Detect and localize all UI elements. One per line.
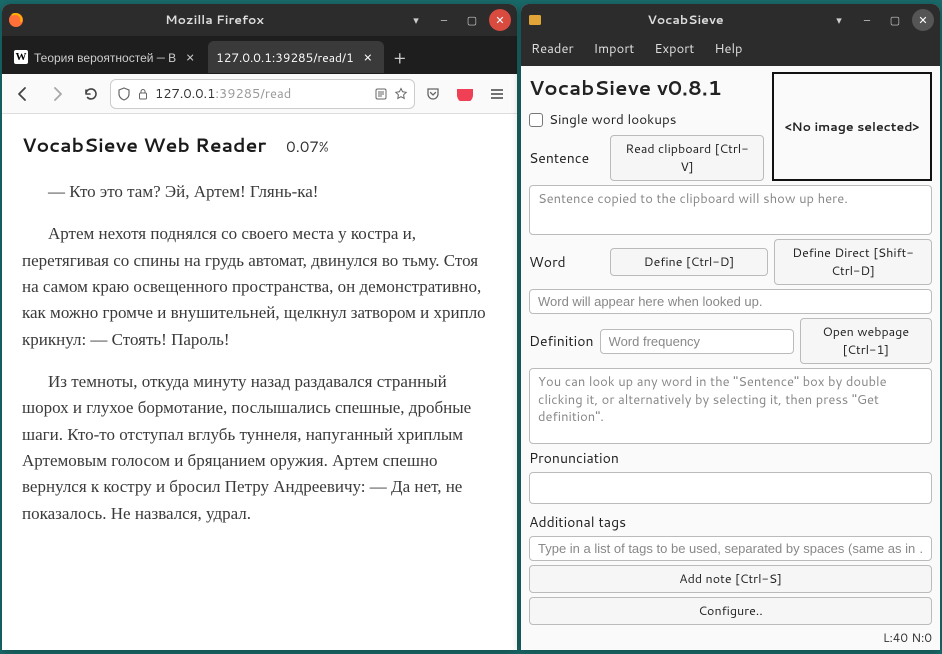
app-icon <box>527 12 543 28</box>
titlebar-more-icon[interactable]: ▾ <box>828 9 850 31</box>
titlebar-more-icon[interactable]: ▾ <box>405 9 427 31</box>
paragraph: — Кто это там? Эй, Артем! Глянь-ка! <box>22 179 497 205</box>
vocabsieve-window: VocabSieve ▾ – ▢ ✕ Reader Import Export … <box>521 4 940 650</box>
page-content: VocabSieve Web Reader 0.07% — Кто это та… <box>2 114 517 650</box>
image-drop-area[interactable]: <No image selected> <box>772 72 932 181</box>
new-tab-button[interactable]: + <box>386 43 414 71</box>
firefox-tabbar: W Теория вероятностей — В × 127.0.0.1:39… <box>2 36 517 74</box>
lock-icon[interactable] <box>137 88 149 100</box>
pronunciation-label: Pronunciation <box>529 448 932 468</box>
vocabsieve-titlebar: VocabSieve ▾ – ▢ ✕ <box>521 4 940 36</box>
menu-export[interactable]: Export <box>652 38 696 60</box>
vocabsieve-title: VocabSieve <box>549 11 822 29</box>
paragraph: Из темноты, откуда минуту назад раздавал… <box>22 369 497 527</box>
tags-input[interactable] <box>529 536 932 561</box>
firefox-window: Mozilla Firefox ▾ – ▢ ✕ W Теория вероятн… <box>2 4 517 650</box>
pronunciation-box[interactable] <box>529 472 932 504</box>
firefox-icon <box>8 12 24 28</box>
menu-help[interactable]: Help <box>712 38 744 60</box>
single-word-checkbox[interactable] <box>529 113 543 127</box>
word-input[interactable] <box>529 289 932 314</box>
shield-icon[interactable] <box>117 87 131 101</box>
progress-text: 0.07% <box>286 136 328 157</box>
back-button[interactable] <box>8 79 38 109</box>
single-word-label: Single word lookups <box>549 110 676 129</box>
firefox-titlebar: Mozilla Firefox ▾ – ▢ ✕ <box>2 4 517 36</box>
titlebar-minimize-icon[interactable]: – <box>856 9 878 31</box>
url-text: 127.0.0.1:39285/read <box>155 85 368 103</box>
reload-button[interactable] <box>76 79 106 109</box>
wikipedia-favicon: W <box>14 50 28 64</box>
menu-import[interactable]: Import <box>592 38 637 60</box>
forward-button[interactable] <box>42 79 72 109</box>
tab-reader[interactable]: 127.0.0.1:39285/read/1 × <box>208 41 384 73</box>
define-direct-button[interactable]: Define Direct [Shift-Ctrl-D] <box>774 239 932 285</box>
firefox-title: Mozilla Firefox <box>30 11 399 29</box>
word-label: Word <box>529 252 604 272</box>
sentence-textarea[interactable]: Sentence copied to the clipboard will sh… <box>529 185 932 235</box>
address-bar[interactable]: 127.0.0.1:39285/read <box>110 79 415 109</box>
menubar: Reader Import Export Help <box>521 36 940 66</box>
reader-text[interactable]: — Кто это там? Эй, Артем! Глянь-ка! Арте… <box>22 179 497 527</box>
add-note-button[interactable]: Add note [Ctrl-S] <box>529 565 932 593</box>
word-frequency-input[interactable] <box>600 329 794 354</box>
define-button[interactable]: Define [Ctrl-D] <box>610 248 768 276</box>
extension-icon[interactable] <box>451 80 479 108</box>
menu-reader[interactable]: Reader <box>529 38 576 60</box>
configure-button[interactable]: Configure.. <box>529 597 932 625</box>
vocabsieve-body: VocabSieve v0.8.1 Single word lookups Se… <box>521 66 940 627</box>
app-heading: VocabSieve v0.8.1 <box>529 72 764 104</box>
hamburger-menu-button[interactable] <box>483 80 511 108</box>
bookmark-star-icon[interactable] <box>394 87 408 101</box>
titlebar-close-icon[interactable]: ✕ <box>489 9 511 31</box>
status-bar: L:40 N:0 <box>521 627 940 650</box>
titlebar-maximize-icon[interactable]: ▢ <box>461 9 483 31</box>
page-title: VocabSieve Web Reader <box>22 132 266 159</box>
tab-close-icon[interactable]: × <box>182 49 198 65</box>
paragraph: Артем нехотя поднялся со своего места у … <box>22 221 497 353</box>
titlebar-close-icon[interactable]: ✕ <box>912 9 934 31</box>
titlebar-maximize-icon[interactable]: ▢ <box>884 9 906 31</box>
pocket-button[interactable] <box>419 80 447 108</box>
firefox-urlbar: 127.0.0.1:39285/read <box>2 74 517 114</box>
tab-close-icon[interactable]: × <box>360 49 376 65</box>
definition-textarea[interactable]: You can look up any word in the "Sentenc… <box>529 368 932 444</box>
titlebar-minimize-icon[interactable]: – <box>433 9 455 31</box>
status-text: L:40 N:0 <box>883 629 932 646</box>
read-clipboard-button[interactable]: Read clipboard [Ctrl-V] <box>610 135 764 181</box>
definition-label: Definition <box>529 331 594 351</box>
sentence-label: Sentence <box>529 148 604 168</box>
tab-wikipedia[interactable]: W Теория вероятностей — В × <box>6 41 206 73</box>
open-webpage-button[interactable]: Open webpage [Ctrl-1] <box>800 318 932 364</box>
reader-mode-icon[interactable] <box>374 87 388 101</box>
tags-label: Additional tags <box>529 512 932 532</box>
